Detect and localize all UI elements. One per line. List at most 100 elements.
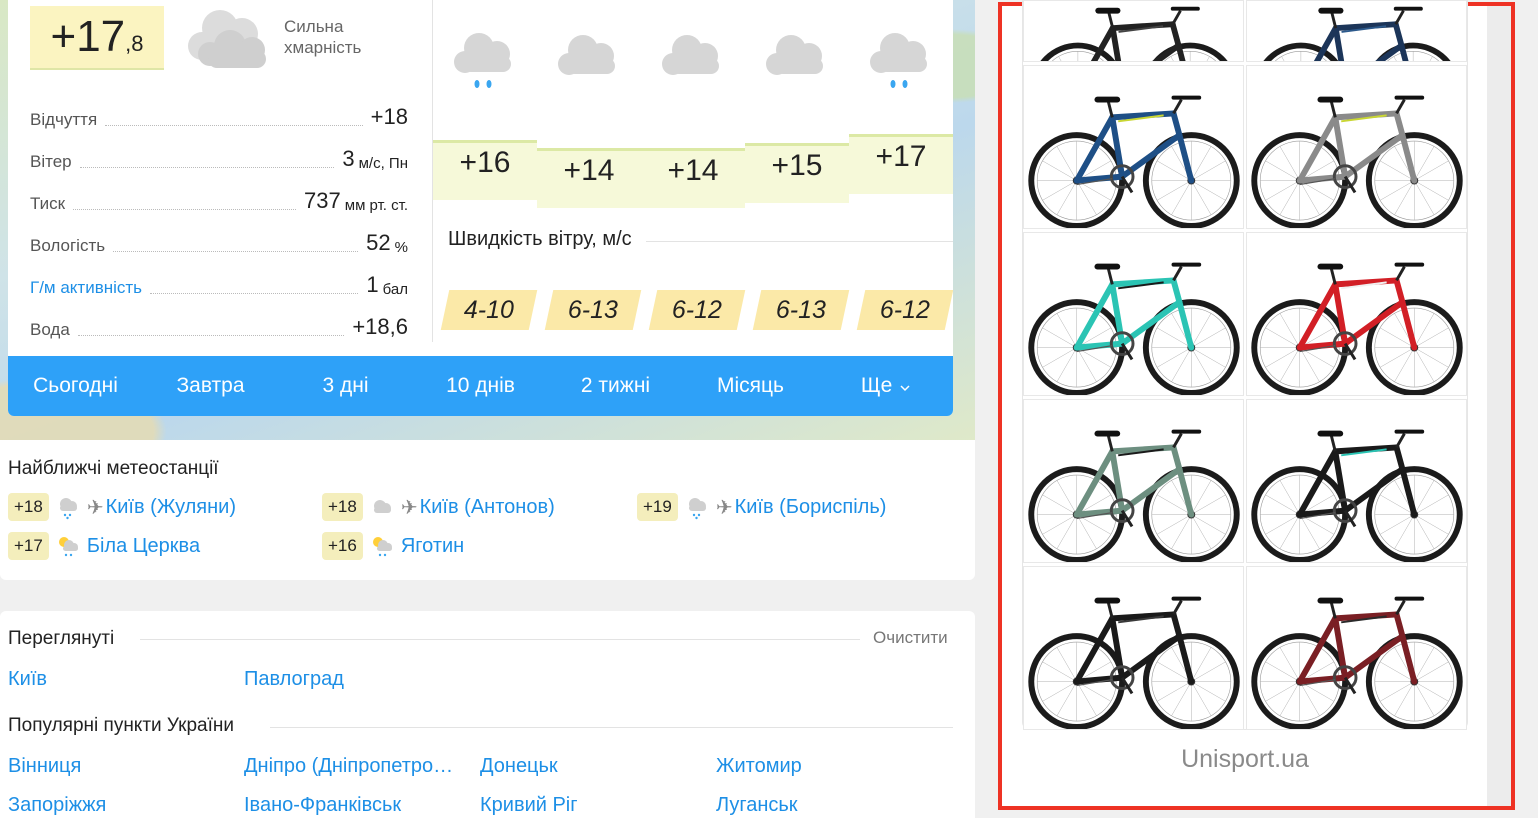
wheel-spoke (1156, 514, 1192, 535)
wheel-spoke (1279, 681, 1300, 716)
popular-city-link[interactable]: Луганськ (716, 794, 798, 817)
bike-product-card[interactable] (1246, 65, 1467, 229)
wheel-spoke (1299, 347, 1320, 382)
wheel-spoke (1042, 661, 1077, 682)
bike-product-card[interactable] (1023, 65, 1244, 229)
frame-tube (1109, 25, 1122, 61)
bike-product-card[interactable] (1246, 566, 1467, 730)
bike-product-card[interactable] (1023, 232, 1244, 396)
param-dots (77, 335, 345, 336)
bike-product-card[interactable] (1023, 566, 1244, 730)
seatpost (1106, 268, 1114, 285)
forecast-temp: +14 (667, 154, 719, 187)
popular-city-link[interactable]: Житомир (716, 755, 802, 778)
popular-city-link[interactable]: Дніпро (Дніпропетро… (244, 755, 453, 778)
wheel-spoke (1076, 514, 1097, 549)
station-link[interactable]: Біла Церква (87, 535, 200, 558)
wheel-spoke (1265, 327, 1300, 348)
viewed-city-link[interactable]: Київ (8, 668, 47, 691)
bike-product-card[interactable] (1023, 399, 1244, 563)
station-link[interactable]: Яготин (401, 535, 464, 558)
station-item[interactable]: +16 Яготин (322, 531, 464, 561)
wheel-spoke (1265, 514, 1300, 535)
geomagnetic-activity-link[interactable]: Г/м активність (30, 278, 142, 298)
bike-product-card[interactable] (1246, 232, 1467, 396)
frame-tube (1170, 611, 1183, 640)
param-dots (79, 167, 335, 168)
station-link[interactable]: Київ (Жуляни) (106, 496, 236, 519)
wheel-spoke (1379, 681, 1415, 702)
bicycle-image (1028, 429, 1240, 562)
viewed-city-link[interactable]: Павлоград (244, 668, 344, 691)
frame-tube (1332, 444, 1400, 455)
tab-3-days[interactable]: 3 дні (278, 374, 413, 398)
popular-city-link[interactable]: Кривий Ріг (480, 794, 578, 817)
station-item[interactable]: +18 ✈ Київ (Жуляни) (8, 492, 236, 522)
param-value: 1 (366, 272, 379, 297)
station-item[interactable]: +19 ✈ Київ (Бориспіль) (637, 492, 886, 522)
wheel-spoke (1414, 647, 1435, 682)
frame-tube (1332, 611, 1400, 622)
seatpost (1107, 12, 1115, 29)
bicycle-drawing (1251, 596, 1463, 729)
tab-10-days[interactable]: 10 днів (413, 374, 548, 398)
saddle (1094, 96, 1121, 103)
stem (1171, 9, 1182, 25)
wheel-spoke (1191, 146, 1212, 181)
ad-brand-link[interactable]: Unisport.ua (1022, 745, 1468, 774)
forecast-temp: +15 (771, 149, 823, 182)
clear-viewed-button[interactable]: Очистити (873, 628, 948, 648)
wind-speed-chip: 6-13 (544, 290, 642, 330)
tab-month[interactable]: Місяць (683, 374, 818, 398)
forecast-temp: +16 (459, 146, 511, 179)
current-temp-decimal: ,8 (125, 31, 144, 56)
saddle (1317, 263, 1344, 270)
tab-2-weeks[interactable]: 2 тижні (548, 374, 683, 398)
tab-tomorrow[interactable]: Завтра (143, 374, 278, 398)
wheel-spoke (1299, 681, 1320, 716)
wheel-spoke (1265, 661, 1300, 682)
wheel-spoke (1042, 494, 1077, 515)
popular-city-link[interactable]: Івано-Франківськ (244, 794, 401, 817)
wheel-spoke (1265, 347, 1300, 368)
wheel-spoke (1171, 514, 1192, 549)
param-value: +18,6 (352, 314, 408, 339)
wheel-spoke (1042, 180, 1077, 201)
popular-city-link[interactable]: Донецьк (480, 755, 558, 778)
tab-more[interactable]: Ще (818, 374, 953, 398)
param-value: 737 (304, 188, 341, 213)
bike-product-card[interactable] (1246, 0, 1467, 62)
param-label: Вода (30, 320, 70, 339)
wheel-spoke (1076, 347, 1097, 382)
wheel-spoke (1299, 514, 1320, 549)
param-unit: мм рт. ст. (344, 197, 408, 214)
tab-today[interactable]: Сьогодні (8, 374, 143, 398)
frame-tube (1109, 277, 1177, 288)
popular-city-link[interactable]: Запоріжжя (8, 794, 106, 817)
bicycle-image (1251, 429, 1463, 562)
bicycle-image (1028, 596, 1240, 729)
bicycle-drawing (1251, 95, 1463, 228)
station-item[interactable]: +17 Біла Церква (8, 531, 200, 561)
popular-title: Популярні пункти України (8, 715, 234, 736)
wheel-spoke (1394, 347, 1415, 382)
param-row-pressure: Тиск 737 мм рт. ст. (30, 172, 408, 214)
frame-tube (1332, 21, 1399, 32)
frame-tube (1296, 674, 1349, 685)
station-item[interactable]: +18 ✈ Київ (Антонов) (322, 492, 555, 522)
wheel-spoke (1414, 313, 1435, 348)
wheel-spoke (1191, 681, 1226, 702)
ad-scrollbar[interactable] (1487, 6, 1511, 806)
bike-product-card[interactable] (1023, 0, 1244, 62)
station-link[interactable]: Київ (Антонов) (420, 496, 555, 519)
station-link[interactable]: Київ (Бориспіль) (735, 496, 887, 519)
bike-product-card[interactable] (1246, 399, 1467, 563)
cloud-icon (188, 10, 266, 68)
divider (270, 727, 953, 728)
wheel-spoke (1279, 514, 1300, 549)
param-value: 3 (342, 146, 355, 171)
frame-tube (1073, 674, 1126, 685)
wheel-spoke (1429, 56, 1433, 61)
popular-city-link[interactable]: Вінниця (8, 755, 81, 778)
frame-tube (1109, 444, 1177, 455)
